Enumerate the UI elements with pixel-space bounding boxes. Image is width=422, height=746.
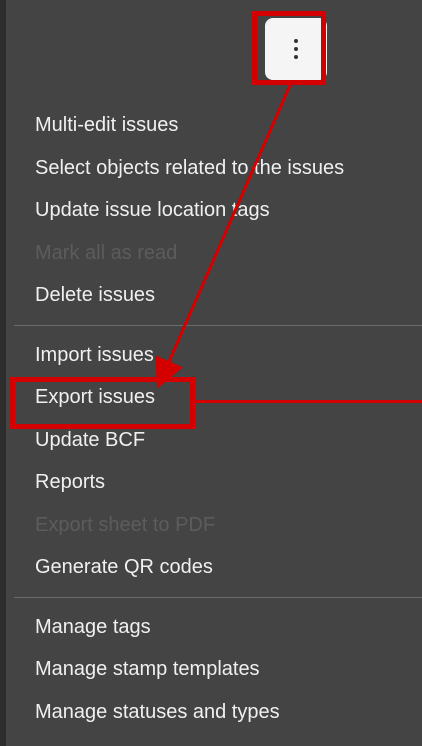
options-menu-panel: Multi-edit issues Select objects related… xyxy=(0,0,422,746)
menu-item-import-issues[interactable]: Import issues xyxy=(6,334,422,377)
menu-item-export-issues[interactable]: Export issues xyxy=(6,376,422,419)
menu-header xyxy=(6,0,422,104)
more-options-button[interactable] xyxy=(265,18,327,80)
menu-item-update-location-tags[interactable]: Update issue location tags xyxy=(6,189,422,232)
menu-item-update-bcf[interactable]: Update BCF xyxy=(6,419,422,462)
menu-item-generate-qr-codes[interactable]: Generate QR codes xyxy=(6,546,422,589)
menu-divider xyxy=(14,596,422,598)
menu-divider xyxy=(14,324,422,326)
menu-item-export-sheet-pdf: Export sheet to PDF xyxy=(35,513,216,536)
menu-item-manage-statuses-types[interactable]: Manage statuses and types xyxy=(6,691,422,734)
menu-item-mark-all-read: Mark all as read xyxy=(35,241,178,264)
menu-item-reports[interactable]: Reports xyxy=(6,461,422,504)
menu-item-delete-issues[interactable]: Delete issues xyxy=(6,274,422,317)
more-vertical-icon xyxy=(294,39,298,59)
menu-item-manage-stamp-templates[interactable]: Manage stamp templates xyxy=(6,648,422,691)
menu-item-multi-edit-issues[interactable]: Multi-edit issues xyxy=(6,104,422,147)
menu-item-manage-tags[interactable]: Manage tags xyxy=(6,606,422,649)
menu-item-select-related-objects[interactable]: Select objects related to the issues xyxy=(6,147,422,190)
issues-menu: Multi-edit issues Select objects related… xyxy=(6,104,422,733)
